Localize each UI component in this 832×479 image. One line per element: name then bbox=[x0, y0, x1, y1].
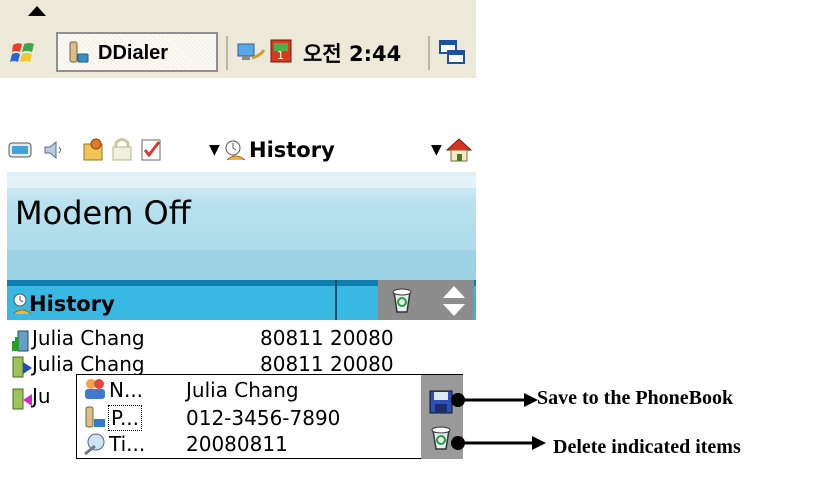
outgoing-call-icon bbox=[12, 356, 32, 378]
contact-people-icon bbox=[85, 379, 105, 399]
annotation-arrow-delete bbox=[451, 436, 546, 450]
annotation-arrow-save bbox=[451, 393, 538, 407]
popup-phone-value: 012-3456-7890 bbox=[186, 406, 341, 430]
popup-name-value: Julia Chang bbox=[186, 378, 299, 402]
contacts-icon[interactable] bbox=[81, 136, 109, 162]
popup-time-value: 20080811 bbox=[186, 432, 288, 456]
ddialer-label: DDialer bbox=[98, 42, 169, 64]
call-detail-popup: N... Julia Chang P... 012-3456-7890 Ti..… bbox=[76, 374, 463, 459]
time-globe-icon bbox=[84, 433, 105, 456]
incoming-call-icon bbox=[12, 330, 29, 352]
popup-phone-key[interactable]: P... bbox=[108, 405, 143, 431]
home-icon[interactable] bbox=[445, 136, 473, 164]
show-hidden-icons-arrow-icon[interactable] bbox=[28, 6, 46, 16]
taskbar-separator bbox=[226, 36, 228, 70]
system-clock[interactable]: 오전 2:44 bbox=[303, 38, 401, 68]
network-connection-icon[interactable] bbox=[236, 38, 266, 66]
history-row-name[interactable]: Julia Chang bbox=[32, 326, 145, 350]
phone-number-icon bbox=[85, 406, 105, 428]
annotation-save-text: Save to the PhoneBook bbox=[537, 387, 734, 409]
ddialer-app-screen: ▼ History ▼ Modem Off History Julia Chan… bbox=[5, 130, 476, 459]
battery-icon[interactable] bbox=[7, 138, 35, 162]
dropdown-arrow-icon[interactable]: ▼ bbox=[209, 142, 220, 158]
start-windows-icon[interactable] bbox=[10, 38, 38, 66]
tasks-check-icon[interactable] bbox=[139, 136, 165, 162]
header-divider bbox=[335, 280, 337, 320]
history-row-name[interactable]: Julia Chang bbox=[32, 352, 145, 376]
history-menu-label[interactable]: History bbox=[249, 138, 335, 162]
delete-recycle-icon[interactable] bbox=[389, 286, 415, 314]
lock-icon[interactable] bbox=[109, 136, 135, 162]
dropdown-arrow-icon[interactable]: ▼ bbox=[431, 142, 442, 158]
speaker-volume-icon[interactable] bbox=[41, 138, 69, 162]
scroll-up-down-icon[interactable] bbox=[441, 284, 467, 318]
ddialer-taskbar-button[interactable]: DDialer bbox=[56, 32, 218, 72]
popup-time-key[interactable]: Ti... bbox=[109, 432, 145, 456]
history-row-number[interactable]: 80811 20080 bbox=[260, 326, 394, 350]
top-toolbar: ▼ History ▼ bbox=[5, 130, 476, 172]
history-row-number[interactable]: 80811 20080 bbox=[260, 352, 394, 376]
sync-notebook-icon[interactable]: 1 bbox=[268, 36, 296, 66]
popup-name-key[interactable]: N... bbox=[109, 378, 143, 402]
taskbar-separator bbox=[428, 36, 430, 70]
missed-call-icon bbox=[12, 388, 32, 410]
svg-text:1: 1 bbox=[277, 49, 284, 62]
history-header-label: History bbox=[29, 292, 115, 316]
phone-handset-icon bbox=[69, 41, 89, 63]
switch-windows-icon[interactable] bbox=[438, 38, 468, 66]
modem-status-text: Modem Off bbox=[15, 194, 191, 232]
history-clock-icon bbox=[225, 140, 246, 161]
annotation-delete-text: Delete indicated items bbox=[553, 436, 741, 458]
history-row-name[interactable]: Ju bbox=[32, 384, 51, 408]
